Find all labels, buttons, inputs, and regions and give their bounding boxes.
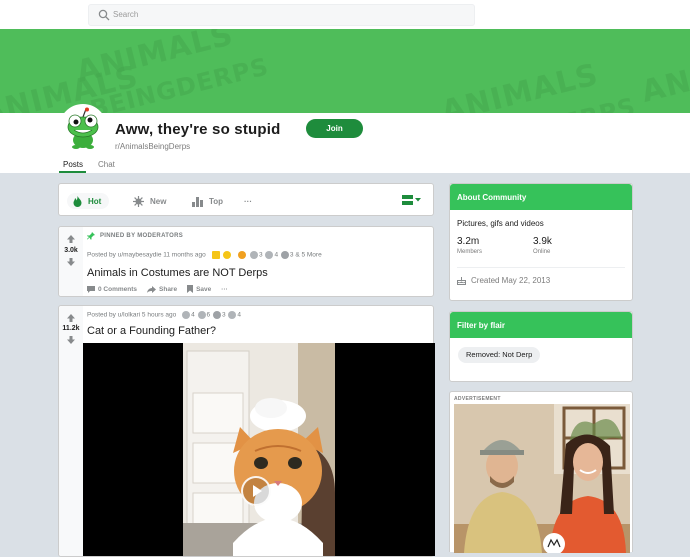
post-card-pinned[interactable]: 3.0k PINNED BY MODERATORS Posted by u/ma… <box>58 226 434 297</box>
cake-icon <box>457 277 466 285</box>
vote-column: 11.2k <box>59 306 83 556</box>
award-icon <box>182 311 191 319</box>
subreddit-banner: ANIMALS BEINGDERPS ANIMALS BEINGDERPS AN… <box>0 29 690 113</box>
share-button[interactable]: Share <box>147 285 178 293</box>
video-player[interactable] <box>83 343 435 556</box>
post-meta: Posted by u/maybesaydie 11 months ago 3 … <box>87 251 322 259</box>
award-icon <box>250 251 259 259</box>
vote-column: 3.0k <box>59 227 83 296</box>
pinned-label: PINNED BY MODERATORS <box>100 233 184 239</box>
share-label: Share <box>159 285 178 293</box>
online-count: 3.9k <box>533 236 552 247</box>
downvote-icon[interactable] <box>67 258 75 266</box>
video-frame <box>183 343 335 556</box>
post-author-time: Posted by u/maybesaydie 11 months ago <box>87 251 206 259</box>
post-title[interactable]: Cat or a Founding Father? <box>87 325 216 337</box>
downvote-icon[interactable] <box>67 336 75 344</box>
post-meta: Posted by u/lolkari 5 hours ago 4 6 3 4 <box>87 311 241 319</box>
subreddit-name: r/AnimalsBeingDerps <box>115 142 191 151</box>
vote-score: 3.0k <box>64 247 78 254</box>
sort-bar: Hot New Top ··· <box>58 183 434 216</box>
award-icon <box>265 251 274 259</box>
card-view-icon <box>402 195 413 205</box>
award-count: 3 <box>221 311 226 319</box>
members-count: 3.2m <box>457 236 480 247</box>
award-count: 3 <box>289 251 294 259</box>
flair-chip-removed-not-derp[interactable]: Removed: Not Derp <box>458 347 541 363</box>
post-title[interactable]: Animals in Costumes are NOT Derps <box>87 267 268 279</box>
about-divider <box>457 267 625 268</box>
post-card[interactable]: 11.2k Posted by u/lolkari 5 hours ago 4 … <box>58 305 435 557</box>
sort-top-label: Top <box>209 196 224 206</box>
sort-hot-button[interactable]: Hot <box>67 193 110 209</box>
cat-video-still <box>183 343 335 556</box>
save-label: Save <box>196 285 212 293</box>
search-placeholder: Search <box>113 10 139 19</box>
pinned-indicator: PINNED BY MODERATORS <box>87 232 183 240</box>
created-date: Created May 22, 2013 <box>457 276 550 285</box>
tab-posts[interactable]: Posts <box>63 160 83 169</box>
play-button[interactable] <box>241 476 271 506</box>
flair-header: Filter by flair <box>450 312 632 338</box>
award-icon <box>238 251 247 259</box>
post-more-button[interactable]: ··· <box>221 286 228 293</box>
share-icon <box>147 285 157 293</box>
pin-icon <box>87 232 95 240</box>
upvote-icon[interactable] <box>67 235 75 243</box>
banner-watermark-text: ANIMALS <box>638 37 690 110</box>
award-icon <box>280 251 289 259</box>
created-label: Created May 22, 2013 <box>471 276 551 285</box>
comments-label: 0 Comments <box>98 285 138 293</box>
view-mode-toggle[interactable] <box>402 195 421 205</box>
sort-more-button[interactable]: ··· <box>244 193 252 209</box>
bookmark-icon <box>187 285 194 293</box>
bar-chart-icon <box>192 196 203 207</box>
award-icon <box>197 311 206 319</box>
sort-top-button[interactable]: Top <box>192 193 223 209</box>
upvote-icon[interactable] <box>67 314 75 322</box>
community-description: Pictures, gifs and videos <box>457 219 544 228</box>
comment-icon <box>87 285 95 293</box>
sort-new-button[interactable]: New <box>133 193 166 209</box>
top-bar: Search <box>0 0 690 29</box>
sort-hot-label: Hot <box>88 196 102 206</box>
award-icon <box>212 311 221 319</box>
award-count: 6 <box>206 311 211 319</box>
members-label: Members <box>457 249 483 255</box>
sort-new-label: New <box>150 196 167 206</box>
join-button[interactable]: Join <box>306 119 363 138</box>
award-count: 4 <box>237 311 241 319</box>
award-more[interactable]: & 5 More <box>295 252 321 259</box>
search-icon <box>98 9 110 21</box>
advertisement-widget: ADVERTISEMENT <box>449 391 633 553</box>
award-count: 4 <box>191 311 195 319</box>
award-icon <box>228 311 237 319</box>
play-icon <box>253 485 262 497</box>
post-author-time: Posted by u/lolkari 5 hours ago <box>87 311 177 319</box>
award-icon <box>223 251 232 259</box>
filter-by-flair-widget: Filter by flair Removed: Not Derp <box>449 311 633 382</box>
award-icon <box>211 251 220 259</box>
tab-chat[interactable]: Chat <box>98 160 115 169</box>
flame-icon <box>73 195 82 207</box>
online-label: Online <box>533 249 551 255</box>
search-input[interactable]: Search <box>88 4 475 26</box>
about-community-header: About Community <box>450 184 632 210</box>
award-count: 3 <box>259 251 263 259</box>
derp-mascot-icon <box>67 107 99 149</box>
award-count: 4 <box>274 251 279 259</box>
about-community-widget: About Community Pictures, gifs and video… <box>449 183 633 301</box>
ad-photo <box>454 404 630 553</box>
chevron-down-icon <box>415 198 421 202</box>
subreddit-title: Aww, they're so stupid <box>115 121 281 138</box>
subreddit-avatar <box>59 104 107 152</box>
advertisement-image[interactable] <box>454 404 630 553</box>
save-button[interactable]: Save <box>187 285 211 293</box>
sparkle-icon <box>133 195 144 207</box>
post-actions: 0 Comments Share Save ··· <box>87 285 228 293</box>
vote-score: 11.2k <box>62 325 80 332</box>
comments-button[interactable]: 0 Comments <box>87 285 138 293</box>
advertisement-label: ADVERTISEMENT <box>454 396 501 402</box>
active-tab-indicator <box>59 171 86 173</box>
